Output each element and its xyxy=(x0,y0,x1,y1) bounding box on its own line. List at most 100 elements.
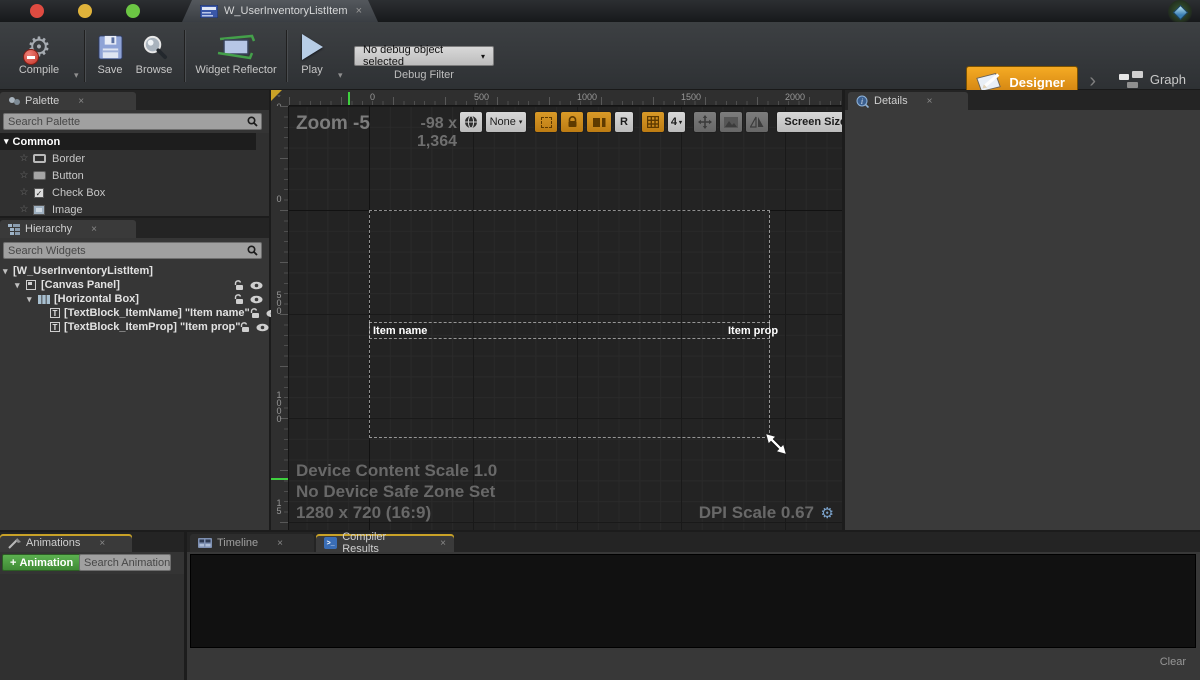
expander-icon[interactable]: ▾ xyxy=(15,280,25,291)
vertical-ruler: 0 500 1000 15 xyxy=(271,106,289,530)
lock-open-icon[interactable] xyxy=(234,294,244,305)
tab-compiler-results[interactable]: >_ Compiler Results × xyxy=(316,534,454,552)
window-maximize-light[interactable] xyxy=(126,4,140,18)
tree-row-horizontal-box[interactable]: ▾ [Horizontal Box] xyxy=(0,292,269,306)
preview-background-button[interactable] xyxy=(719,111,743,133)
lock-open-icon[interactable] xyxy=(240,322,250,333)
tab-timeline[interactable]: Timeline × xyxy=(190,534,314,552)
flip-preview-button[interactable] xyxy=(745,111,769,133)
tab-details[interactable]: i Details × xyxy=(848,92,968,110)
tab-hierarchy[interactable]: Hierarchy × xyxy=(0,220,136,238)
textblock-itemprop-widget[interactable]: Item prop xyxy=(728,325,778,337)
add-animation-button[interactable]: + Animation xyxy=(2,554,81,571)
palette-icon xyxy=(8,96,20,106)
compiler-console-icon: >_ xyxy=(324,537,337,549)
respect-locks-toggle[interactable] xyxy=(586,111,612,133)
grid-snap-size-dropdown[interactable]: 4 ▾ xyxy=(667,111,686,133)
favorite-star-icon[interactable]: ☆ xyxy=(18,187,30,198)
tab-close-icon[interactable]: × xyxy=(78,96,84,107)
palette-item-button[interactable]: ☆ Button xyxy=(0,167,256,184)
animation-search[interactable] xyxy=(79,554,171,571)
screen-size-dropdown[interactable]: Screen Size ▾ xyxy=(776,111,842,133)
hierarchy-search-input[interactable] xyxy=(4,243,247,258)
expander-icon[interactable]: ▾ xyxy=(4,136,9,147)
design-canvas[interactable]: Zoom -5 -98 x 1,364 None ▾ xyxy=(289,106,842,530)
dpi-scale-label: DPI Scale 0.67 xyxy=(699,503,814,523)
image-widget-icon xyxy=(32,204,46,215)
graph-mode-button[interactable]: Graph xyxy=(1118,70,1186,88)
lock-open-icon[interactable] xyxy=(234,280,244,291)
animations-panel: + Animation xyxy=(0,552,184,680)
tree-row-canvas-panel[interactable]: ▾ [Canvas Panel] xyxy=(0,278,269,292)
dpi-settings-gear-icon[interactable]: ⚙ xyxy=(821,504,834,522)
window-minimize-light[interactable] xyxy=(78,4,92,18)
hierarchy-tabstrip: Hierarchy × xyxy=(0,218,269,238)
palette-search-input[interactable] xyxy=(4,114,247,129)
palette-tabstrip: Palette × xyxy=(0,90,269,110)
hierarchy-search[interactable] xyxy=(3,242,262,259)
expander-icon[interactable]: ▾ xyxy=(3,266,13,277)
resolution-label: 1280 x 720 (16:9) xyxy=(296,503,431,523)
browse-button[interactable]: Browse xyxy=(132,30,176,76)
palette-category-common[interactable]: ▾ Common xyxy=(0,133,256,150)
tab-close-icon[interactable]: × xyxy=(99,538,105,549)
palette-item-checkbox[interactable]: ☆ ✓ Check Box xyxy=(0,184,256,201)
dropdown-caret-icon: ▾ xyxy=(519,118,523,126)
window-close-light[interactable] xyxy=(30,4,44,18)
designer-surface: ˇ0 0 500 1000 1500 2000 0 500 1000 15 Zo… xyxy=(271,90,842,530)
tab-palette[interactable]: Palette × xyxy=(0,92,136,110)
window-titlebar: W_UserInventoryListItem × xyxy=(0,0,1200,22)
details-tabstrip: i Details × xyxy=(845,90,1200,110)
layout-boxes-icon xyxy=(593,117,606,128)
class-badge-icon[interactable] xyxy=(1168,0,1192,24)
textblock-itemname-widget[interactable]: Item name xyxy=(373,325,427,337)
compiler-results-log[interactable] xyxy=(190,554,1196,648)
compile-options-caret-icon[interactable]: ▾ xyxy=(74,70,79,81)
play-options-caret-icon[interactable]: ▾ xyxy=(338,70,343,81)
clear-log-button[interactable]: Clear xyxy=(1160,656,1186,668)
favorite-star-icon[interactable]: ☆ xyxy=(18,204,30,215)
tab-close-icon[interactable]: × xyxy=(277,538,283,549)
lock-widgets-toggle[interactable] xyxy=(560,111,584,133)
animations-brush-icon xyxy=(8,538,21,549)
active-tab-corner-marker xyxy=(271,90,282,101)
dashed-outline-icon xyxy=(541,117,552,128)
tab-animations[interactable]: Animations × xyxy=(0,534,132,552)
visibility-eye-icon[interactable] xyxy=(250,295,263,304)
details-panel xyxy=(845,110,1200,530)
widget-reflector-icon xyxy=(215,33,257,61)
button-widget-icon xyxy=(32,170,46,181)
widget-outline-horizontal-box[interactable] xyxy=(369,322,770,339)
tree-row-textblock-itemname[interactable]: T [TextBlock_ItemName] "Item name" xyxy=(0,306,269,320)
tree-row-root[interactable]: ▾ [W_UserInventoryListItem] xyxy=(0,264,269,278)
tab-close-icon[interactable]: × xyxy=(927,96,933,107)
save-button[interactable]: Save xyxy=(92,30,128,76)
flow-direction-dropdown[interactable]: None ▾ xyxy=(485,111,527,133)
debug-object-dropdown[interactable]: No debug object selected ▾ xyxy=(354,46,494,66)
asset-document-tab[interactable]: W_UserInventoryListItem × xyxy=(182,0,378,22)
visibility-eye-icon[interactable] xyxy=(256,323,269,332)
compile-button[interactable]: ⚙ Compile xyxy=(8,30,70,76)
favorite-star-icon[interactable]: ☆ xyxy=(18,153,30,164)
localization-preview-button[interactable] xyxy=(459,111,483,133)
play-button[interactable]: Play xyxy=(294,30,330,76)
show-outlines-toggle[interactable] xyxy=(534,111,558,133)
favorite-star-icon[interactable]: ☆ xyxy=(18,170,30,181)
grid-snapping-toggle[interactable] xyxy=(641,111,665,133)
visibility-eye-icon[interactable] xyxy=(250,281,263,290)
tab-close-icon[interactable]: × xyxy=(356,5,362,17)
tab-close-icon[interactable]: × xyxy=(91,224,97,235)
unreal-umg-editor-window: W_UserInventoryListItem × Parent class: … xyxy=(0,0,1200,680)
palette-search[interactable] xyxy=(3,113,262,130)
palette-item-border[interactable]: ☆ Border xyxy=(0,150,256,167)
resize-mode-button[interactable]: R xyxy=(614,111,634,133)
transform-mode-button[interactable] xyxy=(693,111,717,133)
dropdown-caret-icon: ▾ xyxy=(679,119,682,126)
save-floppy-icon xyxy=(97,34,124,61)
palette-item-image[interactable]: ☆ Image xyxy=(0,201,256,216)
lock-open-icon[interactable] xyxy=(250,308,260,319)
widget-reflector-button[interactable]: Widget Reflector xyxy=(192,30,280,76)
tree-row-textblock-itemprop[interactable]: T [TextBlock_ItemProp] "Item prop" xyxy=(0,320,269,334)
expander-icon[interactable]: ▾ xyxy=(27,294,37,305)
tab-close-icon[interactable]: × xyxy=(440,538,446,549)
